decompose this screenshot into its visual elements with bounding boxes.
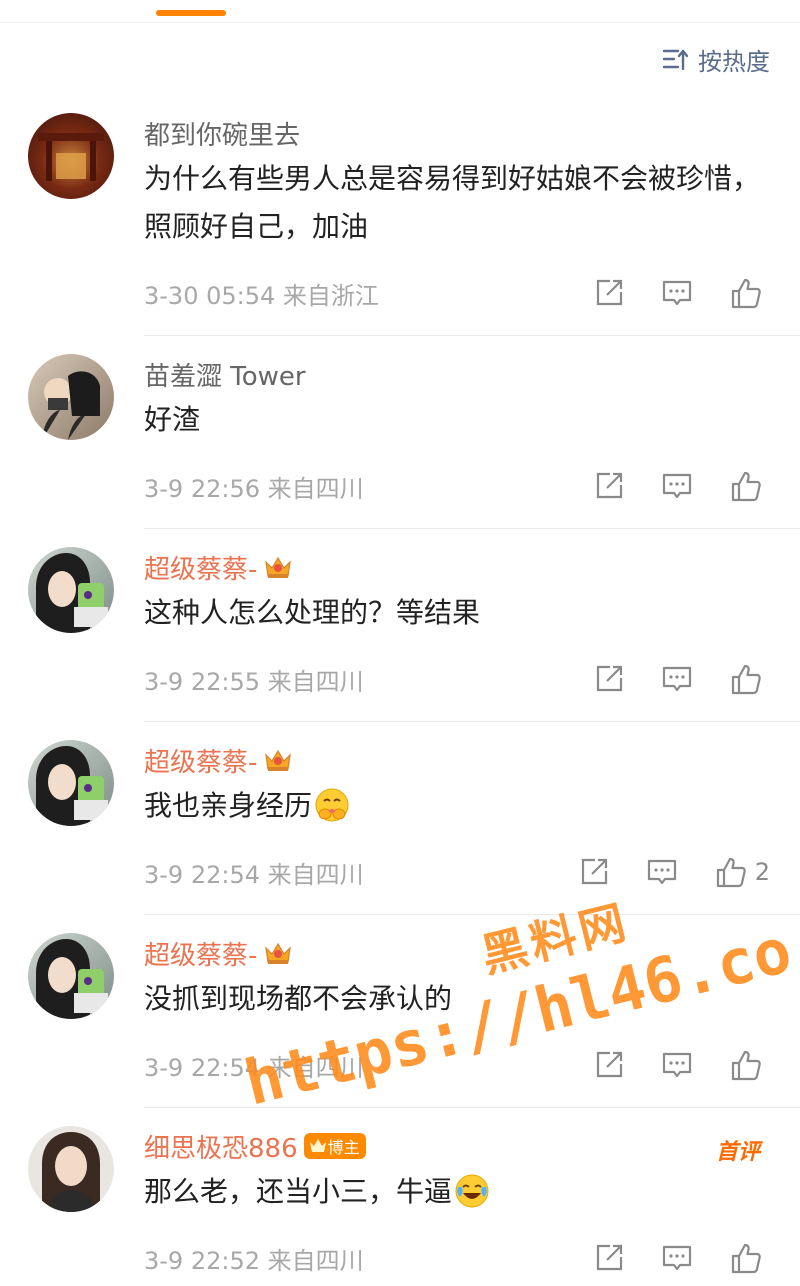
comment-icon [662,1052,692,1078]
top-divider [0,22,800,23]
comment-text: 为什么有些男人总是容易得到好姑娘不会被珍惜，照顾好自己，加油 [144,162,761,243]
username[interactable]: 都到你碗里去 [144,115,300,152]
share-icon [596,1051,623,1078]
comment-meta: 3-9 22:54 来自四川 [144,1053,364,1082]
reply-button[interactable] [647,857,677,887]
like-button[interactable] [730,277,770,309]
thumbs-up-icon [731,664,761,695]
avatar[interactable] [28,933,114,1019]
comment-icon [662,280,692,306]
comment-icon [662,666,692,692]
avatar[interactable] [28,354,114,440]
comment-meta: 3-9 22:52 来自四川 [144,1246,364,1275]
thumbs-up-icon [731,1050,761,1081]
reply-button[interactable] [662,471,692,501]
vip-crown-icon [265,556,292,578]
like-button[interactable] [730,1242,770,1274]
badge-label: 博主 [327,1138,360,1157]
crown-badge-icon [309,1139,326,1152]
thumbs-up-icon [731,471,761,502]
share-icon [596,279,623,306]
comment-item: 细思极恐886 博主 首评 那么老，还当小三，牛逼 3-9 22:52 来自四川 [0,1108,800,1286]
reply-button[interactable] [662,278,692,308]
share-button[interactable] [594,1243,624,1273]
like-button[interactable] [730,470,770,502]
share-button[interactable] [594,664,624,694]
thumbs-up-icon [731,278,761,309]
comment-item: 都到你碗里去 为什么有些男人总是容易得到好姑娘不会被珍惜，照顾好自己，加油 3-… [0,95,800,336]
comment-item: 苗羞澀 Tower 好渣 3-9 22:56 来自四川 [0,336,800,529]
comment-item: 超级蔡蔡- 这种人怎么处理的？等结果 3-9 22:55 来自四川 [0,529,800,722]
share-button[interactable] [594,471,624,501]
reply-button[interactable] [662,664,692,694]
comment-text: 这种人怎么处理的？等结果 [144,596,481,629]
share-icon [596,472,623,499]
comment-text-content: 那么老，还当小三，牛逼 [144,1175,453,1208]
username[interactable]: 超级蔡蔡- [144,742,257,779]
vip-crown-icon [265,749,292,771]
reply-button[interactable] [662,1243,692,1273]
comment-text: 那么老，还当小三，牛逼 [144,1168,800,1216]
comment-item: 超级蔡蔡- 没抓到现场都不会承认的 3-9 22:54 来自四川 [0,915,800,1108]
avatar[interactable] [28,1126,114,1212]
username[interactable]: 超级蔡蔡- [144,549,257,586]
like-button[interactable] [730,663,770,695]
reply-button[interactable] [662,1050,692,1080]
active-tab-indicator [156,10,226,16]
comment-text: 好渣 [144,403,201,436]
like-count: 2 [754,858,770,886]
username[interactable]: 超级蔡蔡- [144,935,257,972]
comment-text: 没抓到现场都不会承认的 [144,982,453,1015]
like-button[interactable] [730,1049,770,1081]
sort-icon [662,49,689,70]
comment-icon [662,1245,692,1271]
avatar[interactable] [28,547,114,633]
username[interactable]: 细思极恐886 [144,1128,298,1165]
username[interactable]: 苗羞澀 Tower [144,356,306,393]
cover-mouth-emoji-icon [315,788,349,822]
comment-text-content: 我也亲身经历 [144,789,313,822]
blogger-badge: 博主 [303,1133,366,1159]
comment-meta: 3-9 22:56 来自四川 [144,474,364,503]
thumbs-up-icon [716,857,746,888]
comment-meta: 3-9 22:55 来自四川 [144,667,364,696]
share-button[interactable] [594,278,624,308]
vip-crown-icon [265,942,292,964]
share-button[interactable] [579,857,609,887]
share-icon [581,858,607,885]
share-button[interactable] [594,1050,624,1080]
comment-meta: 3-30 05:54 来自浙江 [144,281,379,310]
comment-list: 都到你碗里去 为什么有些男人总是容易得到好姑娘不会被珍惜，照顾好自己，加油 3-… [0,95,800,1286]
comment-icon [662,473,692,499]
avatar[interactable] [28,113,114,199]
comment-icon [647,859,676,885]
sort-label: 按热度 [698,48,770,76]
sort-by-hot-button[interactable]: 按热度 [662,42,770,77]
laugh-cry-emoji-icon [455,1174,489,1208]
share-icon [596,1244,623,1271]
comment-text: 我也亲身经历 [144,782,800,830]
avatar[interactable] [28,740,114,826]
comment-meta: 3-9 22:54 来自四川 [144,860,364,889]
like-button[interactable]: 2 [715,856,770,888]
first-comment-tag: 首评 [715,1140,760,1165]
thumbs-up-icon [731,1243,761,1274]
share-icon [596,665,623,692]
comment-item: 超级蔡蔡- 我也亲身经历 3-9 22:54 来自四川 2 [0,722,800,915]
